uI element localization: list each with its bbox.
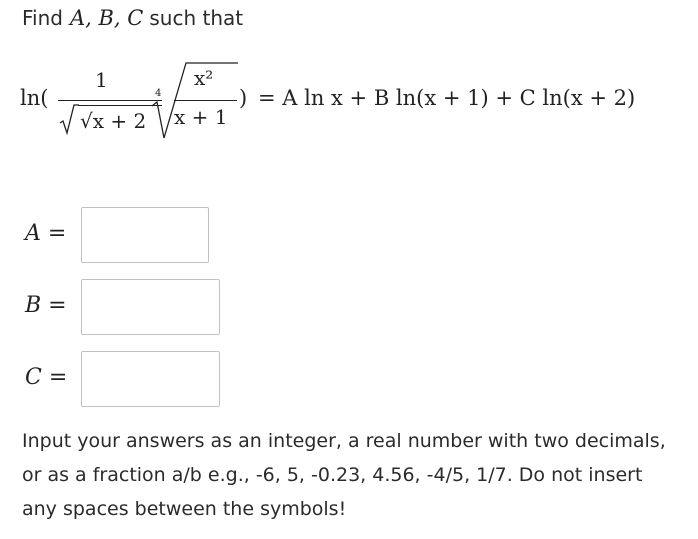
fraction-denominator: √x + 2: [80, 109, 147, 133]
inner-fraction-bar: [174, 100, 237, 101]
answer-label-a: A =: [25, 221, 67, 246]
answer-label-b: B =: [25, 293, 67, 318]
answer-row-b: B =: [25, 279, 235, 335]
answer-label-c: C =: [25, 365, 68, 390]
ln-open: ln(: [20, 86, 49, 110]
answer-a-input[interactable]: [81, 207, 209, 263]
answer-instructions: Input your answers as an integer, a real…: [22, 430, 666, 520]
heading-prefix: Find: [22, 6, 63, 30]
inner-numerator: x²: [194, 66, 214, 90]
heading-suffix: such that: [149, 6, 244, 30]
equation-rhs: = A ln x + B ln(x + 1) + C ln(x + 2): [258, 86, 636, 110]
fraction-numerator: 1: [95, 68, 108, 92]
ln-close: ): [239, 86, 248, 110]
sqrt-overline: [78, 105, 162, 106]
fraction-bar: [58, 100, 162, 101]
answer-row-a: A =: [25, 207, 235, 263]
problem-heading: Find A, B, C such that: [22, 6, 243, 36]
square-root-sign: [59, 104, 79, 136]
answer-row-c: C =: [25, 351, 235, 407]
answer-b-input[interactable]: [81, 279, 220, 335]
logarithm-equation: ln( 1 √x + 2 4 x² x + 1 ) = A ln x + B l…: [20, 58, 690, 142]
inner-denominator: x + 1: [174, 105, 228, 129]
answer-c-input[interactable]: [81, 351, 220, 407]
heading-variables: A, B, C: [69, 6, 144, 30]
